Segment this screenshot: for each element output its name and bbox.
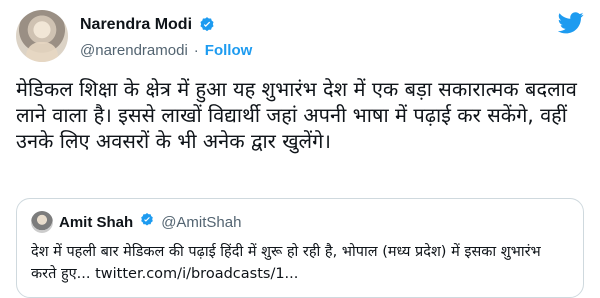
tweet-card: Narendra Modi @narendramodi · Follow मेड… xyxy=(0,0,600,298)
verified-badge-icon xyxy=(198,16,216,34)
quoted-author-name: Amit Shah xyxy=(59,213,134,231)
quoted-header: Amit Shah @AmitShah xyxy=(31,211,569,233)
twitter-bird-icon[interactable] xyxy=(557,12,584,38)
author-handle[interactable]: @narendramodi xyxy=(80,42,188,59)
separator-dot: · xyxy=(193,42,199,59)
verified-badge-icon xyxy=(139,212,155,232)
quoted-tweet[interactable]: Amit Shah @AmitShah देश में पहली बार मेड… xyxy=(16,198,584,298)
tweet-header: Narendra Modi @narendramodi · Follow xyxy=(16,10,584,66)
quoted-link[interactable]: twitter.com/i/broadcasts/1... xyxy=(95,266,298,282)
quoted-text-block: देश में पहली बार मेडिकल की पढ़ाई हिंदी म… xyxy=(31,241,569,285)
follow-button[interactable]: Follow xyxy=(205,42,253,59)
author-handle-row: @narendramodi · Follow xyxy=(80,42,252,59)
author-avatar[interactable] xyxy=(16,10,68,62)
quoted-author-avatar xyxy=(31,211,53,233)
tweet-text: मेडिकल शिक्षा के क्षेत्र में हुआ यह शुभा… xyxy=(16,77,577,153)
author-name-row: Narendra Modi xyxy=(80,16,216,34)
quoted-author-handle: @AmitShah xyxy=(161,213,242,231)
author-name[interactable]: Narendra Modi xyxy=(80,16,192,34)
